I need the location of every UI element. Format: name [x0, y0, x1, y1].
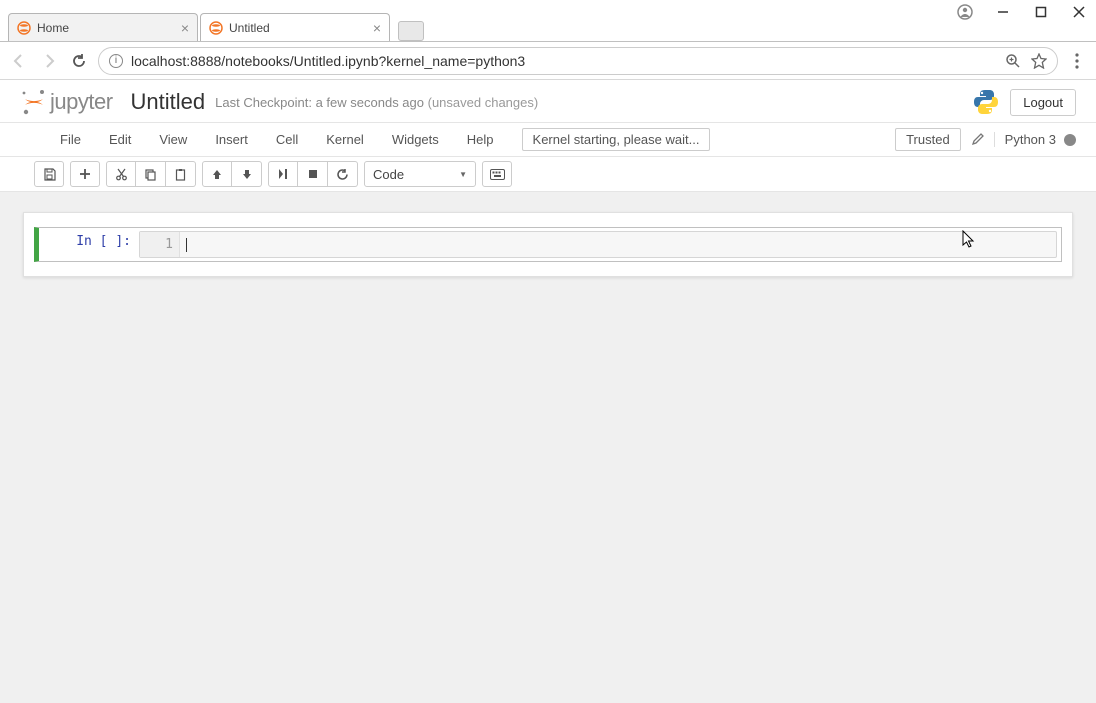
menu-file[interactable]: File: [46, 126, 95, 153]
jupyter-logo-icon: [20, 88, 48, 116]
mouse-cursor-icon: [962, 230, 976, 250]
forward-button[interactable]: [38, 50, 60, 72]
menu-kernel[interactable]: Kernel: [312, 126, 378, 153]
back-button[interactable]: [8, 50, 30, 72]
tab-close-icon[interactable]: ×: [373, 20, 381, 36]
tab-close-icon[interactable]: ×: [181, 20, 189, 36]
trusted-indicator[interactable]: Trusted: [895, 128, 961, 151]
command-palette-button[interactable]: [482, 161, 512, 187]
text-cursor: [186, 238, 187, 252]
move-down-button[interactable]: [232, 161, 262, 187]
site-info-icon[interactable]: i: [109, 54, 123, 68]
jupyter-favicon: [17, 21, 31, 35]
menu-edit[interactable]: Edit: [95, 126, 145, 153]
cell-prompt: In [ ]:: [39, 228, 139, 261]
checkpoint-prefix: Last Checkpoint:: [215, 95, 315, 110]
jupyter-header: jupyter Untitled Last Checkpoint: a few …: [0, 80, 1096, 123]
line-number: 1: [140, 232, 180, 257]
maximize-icon[interactable]: [1032, 3, 1050, 21]
menu-cell[interactable]: Cell: [262, 126, 312, 153]
user-account-icon[interactable]: [956, 3, 974, 21]
kernel-name: Python 3: [1005, 132, 1056, 147]
python-logo-icon: [972, 88, 1000, 116]
jupyter-logo-text: jupyter: [50, 89, 113, 115]
copy-button[interactable]: [136, 161, 166, 187]
tab-title: Untitled: [229, 21, 270, 35]
move-up-button[interactable]: [202, 161, 232, 187]
logout-button[interactable]: Logout: [1010, 89, 1076, 116]
new-tab-button[interactable]: [398, 21, 424, 41]
cell-type-select[interactable]: Code: [364, 161, 476, 187]
insert-cell-button[interactable]: [70, 161, 100, 187]
notebook-area: In [ ]: 1: [0, 192, 1096, 297]
close-icon[interactable]: [1070, 3, 1088, 21]
interrupt-button[interactable]: [298, 161, 328, 187]
kernel-status-message: Kernel starting, please wait...: [522, 128, 711, 151]
paste-button[interactable]: [166, 161, 196, 187]
jupyter-toolbar: Code: [0, 157, 1096, 192]
kernel-busy-icon: [1064, 134, 1076, 146]
chrome-menu-icon[interactable]: [1066, 50, 1088, 72]
reload-button[interactable]: [68, 50, 90, 72]
menu-help[interactable]: Help: [453, 126, 508, 153]
tab-title: Home: [37, 21, 69, 35]
browser-tabstrip: Home × Untitled ×: [0, 24, 1096, 42]
run-button[interactable]: [268, 161, 298, 187]
kernel-indicator: Python 3: [994, 132, 1076, 147]
notebook-container: In [ ]: 1: [23, 212, 1073, 277]
cut-button[interactable]: [106, 161, 136, 187]
url-input[interactable]: i localhost:8888/notebooks/Untitled.ipyn…: [98, 47, 1058, 75]
code-input[interactable]: [180, 232, 1056, 257]
jupyter-menubar: File Edit View Insert Cell Kernel Widget…: [0, 123, 1096, 157]
jupyter-favicon: [209, 21, 223, 35]
bookmark-star-icon[interactable]: [1031, 53, 1047, 69]
checkpoint-status: Last Checkpoint: a few seconds ago (unsa…: [215, 95, 538, 110]
minimize-icon[interactable]: [994, 3, 1012, 21]
jupyter-logo[interactable]: jupyter: [20, 88, 113, 116]
cell-type-value: Code: [373, 167, 404, 182]
menu-widgets[interactable]: Widgets: [378, 126, 453, 153]
url-text: localhost:8888/notebooks/Untitled.ipynb?…: [131, 53, 525, 69]
checkpoint-time: a few seconds ago: [316, 95, 424, 110]
menu-insert[interactable]: Insert: [201, 126, 262, 153]
zoom-icon[interactable]: [1005, 53, 1021, 69]
checkpoint-unsaved: (unsaved changes): [428, 95, 539, 110]
save-button[interactable]: [34, 161, 64, 187]
notebook-name[interactable]: Untitled: [131, 89, 206, 115]
code-cell[interactable]: In [ ]: 1: [34, 227, 1062, 262]
browser-tab-untitled[interactable]: Untitled ×: [200, 13, 390, 41]
cell-input-area[interactable]: 1: [139, 231, 1057, 258]
browser-tab-home[interactable]: Home ×: [8, 13, 198, 41]
browser-addressbar: i localhost:8888/notebooks/Untitled.ipyn…: [0, 42, 1096, 80]
edit-icon[interactable]: [971, 133, 984, 146]
restart-button[interactable]: [328, 161, 358, 187]
menu-view[interactable]: View: [145, 126, 201, 153]
